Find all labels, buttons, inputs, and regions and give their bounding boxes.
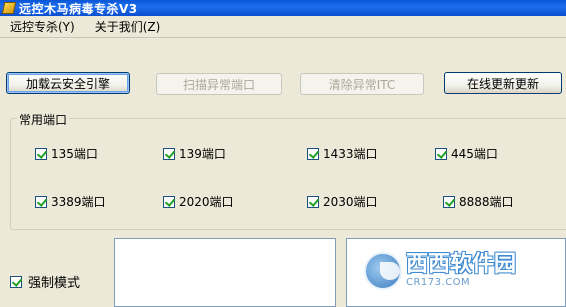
menu-item-remote-kill[interactable]: 远控专杀(Y) <box>10 18 75 35</box>
port-2020-checkbox[interactable]: 2020端口 <box>163 193 234 210</box>
clear-abnormal-itc-button[interactable]: 清除异常ITC <box>300 73 424 95</box>
watermark-main-text: 西西软件园 <box>406 252 517 277</box>
title-bar: 远控木马病毒专杀V3 <box>0 0 566 16</box>
scan-abnormal-ports-button[interactable]: 扫描异常端口 <box>156 73 282 95</box>
checkbox-checked-icon[interactable] <box>35 147 47 160</box>
checkbox-checked-icon[interactable] <box>443 195 455 208</box>
window-title: 远控木马病毒专杀V3 <box>19 1 138 16</box>
checkbox-checked-icon[interactable] <box>307 147 319 160</box>
port-label: 2030端口 <box>323 195 378 209</box>
force-mode-label: 强制模式 <box>28 276 81 291</box>
port-label: 2020端口 <box>179 195 234 209</box>
port-label: 3389端口 <box>51 195 106 209</box>
port-3389-checkbox[interactable]: 3389端口 <box>35 193 106 210</box>
checkbox-checked-icon[interactable] <box>435 147 447 160</box>
port-139-checkbox[interactable]: 139端口 <box>163 145 226 162</box>
port-label: 1433端口 <box>323 147 378 161</box>
online-update-button[interactable]: 在线更新更新 <box>444 72 562 94</box>
checkbox-checked-icon[interactable] <box>307 195 319 208</box>
watermark-logo-icon <box>364 252 402 290</box>
port-label: 8888端口 <box>459 195 514 209</box>
port-445-checkbox[interactable]: 445端口 <box>435 145 498 162</box>
port-label: 135端口 <box>51 147 98 161</box>
site-watermark: 西西软件园 CR173.COM <box>364 252 516 290</box>
port-label: 139端口 <box>179 147 226 161</box>
checkbox-checked-icon[interactable] <box>35 195 47 208</box>
port-8888-checkbox[interactable]: 8888端口 <box>443 193 514 210</box>
checkbox-checked-icon[interactable] <box>10 275 22 288</box>
common-ports-legend: 常用端口 <box>17 111 70 128</box>
port-135-checkbox[interactable]: 135端口 <box>35 145 98 162</box>
checkbox-checked-icon[interactable] <box>163 147 175 160</box>
port-2030-checkbox[interactable]: 2030端口 <box>307 193 378 210</box>
left-output-panel[interactable] <box>114 238 336 307</box>
watermark-sub-text: CR173.COM <box>406 277 471 288</box>
port-label: 445端口 <box>451 147 498 161</box>
app-icon <box>1 2 17 14</box>
force-mode-checkbox[interactable]: 强制模式 <box>10 272 80 291</box>
load-cloud-engine-button[interactable]: 加载云安全引擎 <box>6 72 130 94</box>
port-1433-checkbox[interactable]: 1433端口 <box>307 145 378 162</box>
menu-item-about-us[interactable]: 关于我们(Z) <box>95 18 161 35</box>
checkbox-checked-icon[interactable] <box>163 195 175 208</box>
menu-bar: 远控专杀(Y) 关于我们(Z) <box>0 16 566 38</box>
common-ports-group: 常用端口 <box>10 111 566 230</box>
